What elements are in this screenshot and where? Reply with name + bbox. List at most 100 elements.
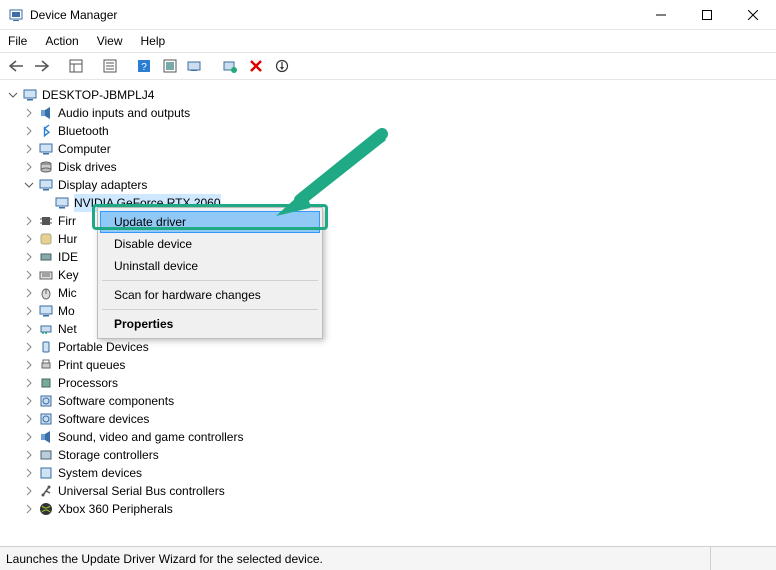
disable-button[interactable] bbox=[270, 54, 294, 78]
category-label: Computer bbox=[58, 140, 111, 158]
toolbar-separator bbox=[56, 54, 62, 78]
toolbar-separator bbox=[124, 54, 130, 78]
uninstall-button[interactable] bbox=[244, 54, 268, 78]
category-label: Bluetooth bbox=[58, 122, 109, 140]
forward-button[interactable] bbox=[30, 54, 54, 78]
expander-icon[interactable] bbox=[22, 466, 36, 480]
expander-icon[interactable] bbox=[22, 142, 36, 156]
close-button[interactable] bbox=[730, 0, 776, 30]
category-label: Key bbox=[58, 266, 79, 284]
expander-icon[interactable] bbox=[22, 484, 36, 498]
device-category-icon bbox=[38, 123, 54, 139]
expander-icon[interactable] bbox=[22, 160, 36, 174]
expander-icon[interactable] bbox=[22, 214, 36, 228]
expander-icon[interactable] bbox=[22, 340, 36, 354]
device-category-icon bbox=[38, 285, 54, 301]
tree-category[interactable]: Xbox 360 Peripherals bbox=[6, 500, 774, 518]
device-category-icon bbox=[38, 321, 54, 337]
expander-icon[interactable] bbox=[22, 124, 36, 138]
category-label: IDE bbox=[58, 248, 78, 266]
tree-category[interactable]: Processors bbox=[6, 374, 774, 392]
device-category-icon bbox=[38, 465, 54, 481]
expander-icon[interactable] bbox=[22, 250, 36, 264]
expander-icon[interactable] bbox=[22, 358, 36, 372]
tree-category[interactable]: Portable Devices bbox=[6, 338, 774, 356]
tree-category[interactable]: Universal Serial Bus controllers bbox=[6, 482, 774, 500]
expander-icon[interactable] bbox=[22, 376, 36, 390]
context-menu: Update driver Disable device Uninstall d… bbox=[97, 207, 323, 339]
tree-category[interactable]: Software devices bbox=[6, 410, 774, 428]
update-driver-button[interactable] bbox=[184, 54, 208, 78]
tree-category[interactable]: Display adapters bbox=[6, 176, 774, 194]
expander-icon[interactable] bbox=[22, 268, 36, 282]
ctx-update-driver[interactable]: Update driver bbox=[100, 211, 320, 233]
titlebar: Device Manager bbox=[0, 0, 776, 30]
help-button[interactable]: ? bbox=[132, 54, 156, 78]
category-label: Storage controllers bbox=[58, 446, 159, 464]
svg-text:?: ? bbox=[141, 62, 147, 73]
ctx-uninstall-device[interactable]: Uninstall device bbox=[100, 255, 320, 277]
menu-view[interactable]: View bbox=[97, 34, 123, 48]
ctx-scan-hardware[interactable]: Scan for hardware changes bbox=[100, 284, 320, 306]
expander-icon[interactable] bbox=[6, 88, 20, 102]
expander-icon[interactable] bbox=[22, 286, 36, 300]
minimize-button[interactable] bbox=[638, 0, 684, 30]
tree-category[interactable]: System devices bbox=[6, 464, 774, 482]
tree-category[interactable]: Sound, video and game controllers bbox=[6, 428, 774, 446]
device-category-icon bbox=[38, 159, 54, 175]
device-category-icon bbox=[38, 393, 54, 409]
expander-icon[interactable] bbox=[22, 178, 36, 192]
expander-icon[interactable] bbox=[22, 106, 36, 120]
tree-category[interactable]: Storage controllers bbox=[6, 446, 774, 464]
tree-category[interactable]: Software components bbox=[6, 392, 774, 410]
expander-icon[interactable] bbox=[22, 448, 36, 462]
category-label: Audio inputs and outputs bbox=[58, 104, 190, 122]
device-category-icon bbox=[38, 411, 54, 427]
expander-icon[interactable] bbox=[22, 304, 36, 318]
device-category-icon bbox=[38, 429, 54, 445]
status-text: Launches the Update Driver Wizard for th… bbox=[6, 552, 710, 566]
tree-category[interactable]: Audio inputs and outputs bbox=[6, 104, 774, 122]
category-label: System devices bbox=[58, 464, 142, 482]
root-label: DESKTOP-JBMPLJ4 bbox=[42, 86, 154, 104]
expander-icon[interactable] bbox=[22, 322, 36, 336]
menu-action[interactable]: Action bbox=[45, 34, 78, 48]
scan-hardware-button[interactable] bbox=[218, 54, 242, 78]
status-cell bbox=[710, 547, 770, 570]
window-title: Device Manager bbox=[30, 8, 117, 22]
ctx-properties[interactable]: Properties bbox=[100, 313, 320, 335]
maximize-button[interactable] bbox=[684, 0, 730, 30]
expander-icon[interactable] bbox=[22, 412, 36, 426]
properties-button[interactable] bbox=[98, 54, 122, 78]
category-label: Portable Devices bbox=[58, 338, 149, 356]
toolbar: ? bbox=[0, 52, 776, 80]
device-category-icon bbox=[38, 375, 54, 391]
expander-icon[interactable] bbox=[22, 430, 36, 444]
tree-category[interactable]: Computer bbox=[6, 140, 774, 158]
toolbar-separator bbox=[210, 54, 216, 78]
show-hide-tree-button[interactable] bbox=[64, 54, 88, 78]
device-category-icon bbox=[38, 249, 54, 265]
category-label: Software devices bbox=[58, 410, 149, 428]
app-icon bbox=[8, 7, 24, 23]
category-label: Xbox 360 Peripherals bbox=[58, 500, 173, 518]
tree-category[interactable]: Bluetooth bbox=[6, 122, 774, 140]
category-label: Software components bbox=[58, 392, 174, 410]
toolbar-separator bbox=[90, 54, 96, 78]
tree-category[interactable]: Print queues bbox=[6, 356, 774, 374]
tree-category[interactable]: Disk drives bbox=[6, 158, 774, 176]
device-category-icon bbox=[38, 105, 54, 121]
expander-icon[interactable] bbox=[22, 394, 36, 408]
menu-file[interactable]: File bbox=[8, 34, 27, 48]
back-button[interactable] bbox=[4, 54, 28, 78]
device-category-icon bbox=[38, 267, 54, 283]
expander-icon[interactable] bbox=[22, 232, 36, 246]
show-hidden-devices-button[interactable] bbox=[158, 54, 182, 78]
ctx-disable-device[interactable]: Disable device bbox=[100, 233, 320, 255]
expander-icon[interactable] bbox=[22, 502, 36, 516]
device-category-icon bbox=[38, 357, 54, 373]
tree-root[interactable]: DESKTOP-JBMPLJ4 bbox=[6, 86, 774, 104]
device-category-icon bbox=[38, 483, 54, 499]
device-category-icon bbox=[38, 501, 54, 517]
menu-help[interactable]: Help bbox=[141, 34, 166, 48]
